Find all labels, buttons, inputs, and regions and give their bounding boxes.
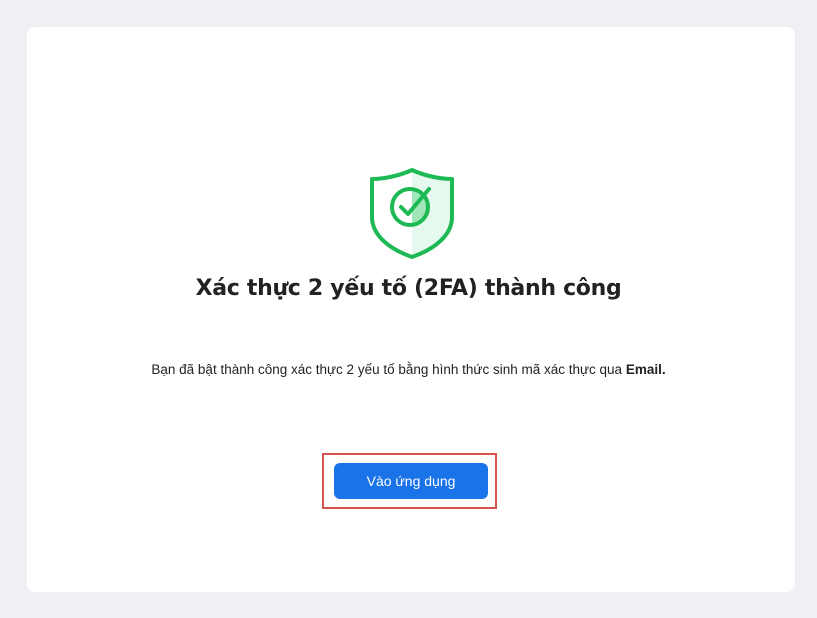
shield-check-icon xyxy=(370,168,454,259)
enter-app-button[interactable]: Vào ứng dụng xyxy=(334,463,488,499)
verification-method: Email. xyxy=(625,362,666,377)
description-text: Bạn đã bật thành công xác thực 2 yếu tố … xyxy=(151,362,626,377)
success-description: Bạn đã bật thành công xác thực 2 yếu tố … xyxy=(0,361,817,379)
page-title: Xác thực 2 yếu tố (2FA) thành công xyxy=(195,276,622,301)
